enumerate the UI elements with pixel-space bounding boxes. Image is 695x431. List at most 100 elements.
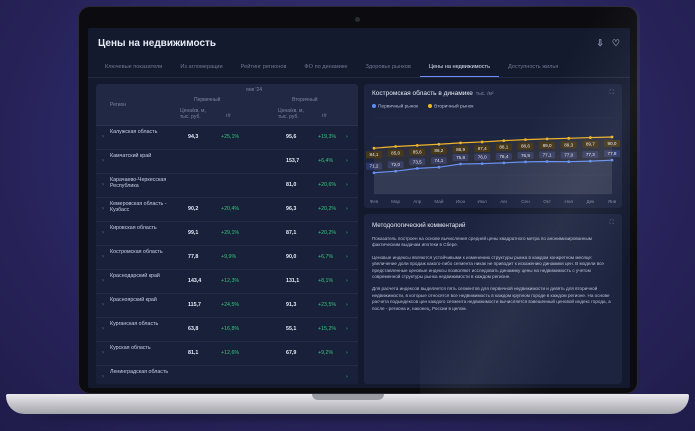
tab-agglomeration[interactable]: Из агломерации [171,58,231,77]
secondary-price: 95,6 [286,134,297,140]
secondary-change: +15,2% [318,326,337,332]
app-header: Цены на недвижимость ⇩ ♡ [88,28,630,58]
region-name: Карачаево-Черкесская Республика [110,177,167,190]
x-tick-label: Мар [391,199,400,204]
x-tick-label: Июн [456,199,466,204]
line-chart: 71,2 72,073,5 74,175,8 76,0 76,4 76,9 77,1 77,0… [366,117,620,204]
tab-key-indicators[interactable]: Ключевые показатели [96,58,171,77]
secondary-price: 81,0 [286,182,297,188]
chevron-right-icon: › [102,182,104,188]
region-price-table: Регион янв '24 Первичный Вторичный Цена/… [96,84,358,384]
x-tick-label: Фев [370,199,379,204]
region-name: Курская область [110,345,151,351]
row-arrow-icon[interactable]: › [346,134,348,140]
row-arrow-icon[interactable]: › [346,206,348,212]
row-arrow-icon[interactable]: › [346,230,348,236]
page-title: Цены на недвижимость [98,37,217,49]
chevron-right-icon: › [102,302,104,308]
table-row[interactable]: › Красноярский край 115,7 +24,5% 91,3 +23,5% › [96,294,358,318]
row-arrow-icon[interactable]: › [346,326,348,332]
row-arrow-icon[interactable]: › [346,182,348,188]
table-row[interactable]: › Кемеровская область - Кузбасс 90,2 +20,4%… [96,198,358,222]
laptop-notch [312,394,384,400]
region-name: Костромская область [110,249,163,255]
x-tick-label: Окт [543,199,552,204]
chevron-right-icon: › [102,230,104,236]
row-arrow-icon[interactable]: › [346,254,348,260]
expand-icon[interactable]: ⛶ [610,220,614,227]
table-row[interactable]: › Калужская область 94,3 +25,1% 95,6 +19,3% › [96,126,358,150]
header-primary-price: Цена/кв. м, тыс. руб. [180,108,206,120]
region-name: Краснодарский край [110,273,160,279]
table-row[interactable]: › Краснодарский край 143,4 +12,3% 131,1 +8,1%… [96,270,358,294]
header-actions: ⇩ ♡ [596,38,620,49]
data-point [545,137,549,141]
comment-body: Показатель построен на основе вычисления… [372,236,614,318]
tab-market-health[interactable]: Здоровье рынков [356,58,419,77]
region-name: Ленинградская область [110,369,169,375]
x-tick-label: Авг [500,199,508,204]
secondary-change: +8,1% [318,278,334,284]
row-arrow-icon[interactable]: › [346,158,348,164]
table-row[interactable]: › Кировская область 99,1 +29,1% 87,1 +20,2% › [96,222,358,246]
primary-price: 81,1 [188,350,199,356]
row-arrow-icon[interactable]: › [346,374,348,380]
laptop-screen: Цены на недвижимость ⇩ ♡ Ключевые показа… [88,28,630,388]
tab-housing-affordability[interactable]: Доступность жилья [499,58,567,77]
x-tick-label: Сен [521,199,530,204]
primary-change: +12,3% [221,278,240,284]
primary-change: +9,9% [221,254,237,260]
secondary-change: +6,7% [318,254,334,260]
table-row[interactable]: › Курская область 81,1 +12,6% 67,9 +9,2% › [96,342,358,366]
primary-change: +16,8% [221,326,240,332]
data-point [459,141,462,145]
tab-real-estate-prices[interactable]: Цены на недвижимость [419,58,500,77]
x-tick-label: Май [434,198,443,204]
primary-price: 115,7 [188,302,201,308]
secondary-change: +20,2% [318,206,337,212]
primary-price: 63,8 [188,326,199,332]
secondary-change: +6,4% [318,158,334,164]
table-row[interactable]: › Ленинградская область › [96,366,358,384]
heart-icon[interactable]: ♡ [612,38,620,49]
primary-change: +29,1% [221,230,240,236]
x-tick-label: Июл [478,199,488,204]
data-point [415,143,419,147]
secondary-change: +9,2% [318,350,334,356]
secondary-price: 96,3 [286,206,297,212]
data-label: 88,1 [499,145,508,150]
header-secondary-price: Цена/кв. м, тыс. руб. [278,108,304,120]
primary-price: 99,1 [188,230,199,236]
row-arrow-icon[interactable]: › [346,278,348,284]
chevron-right-icon: › [102,374,104,380]
methodology-panel: Методологический комментарий ⛶ Показател… [364,214,622,384]
table-row[interactable]: › Курганская область 63,8 +16,8% 55,1 +15,2% › [96,318,358,342]
dynamics-chart-panel: Костромская область в динамике тыс. /м² ⛶… [364,84,622,208]
secondary-price: 67,9 [286,350,297,356]
data-point [437,142,441,146]
table-header: Регион янв '24 Первичный Вторичный Цена/… [96,84,358,126]
table-row[interactable]: › Камчатский край 153,7 +6,4% › [96,150,358,174]
download-icon[interactable]: ⇩ [596,38,604,49]
primary-price: 94,3 [188,134,199,140]
table-row[interactable]: › Карачаево-Черкесская Республика 81,0 +20,… [96,174,358,198]
secondary-change: +20,6% [318,182,337,188]
row-arrow-icon[interactable]: › [346,302,348,308]
camera-icon [355,17,360,22]
data-label: 85,0 [391,151,400,156]
comment-paragraph: Показатель построен на основе вычисления… [372,236,592,248]
primary-change: +25,1% [221,134,240,140]
header-region: Регион [110,102,127,108]
chevron-right-icon: › [102,206,104,212]
tab-region-rating[interactable]: Рейтинг регионов [232,58,296,77]
tab-fo-dynamics[interactable]: ФО по динамике [295,58,356,77]
primary-price: 90,2 [188,206,199,212]
tab-bar: Ключевые показатели Из агломерации Рейти… [88,58,630,78]
header-period: янв '24 [246,87,263,93]
row-arrow-icon[interactable]: › [346,350,348,356]
data-label: 86,2 [434,148,443,153]
data-label: 89,7 [586,142,595,147]
table-row[interactable]: › Костромская область 77,8 +9,9% 90,0 +6,7% › [96,246,358,270]
chevron-right-icon: › [102,326,104,332]
data-point [610,135,614,139]
